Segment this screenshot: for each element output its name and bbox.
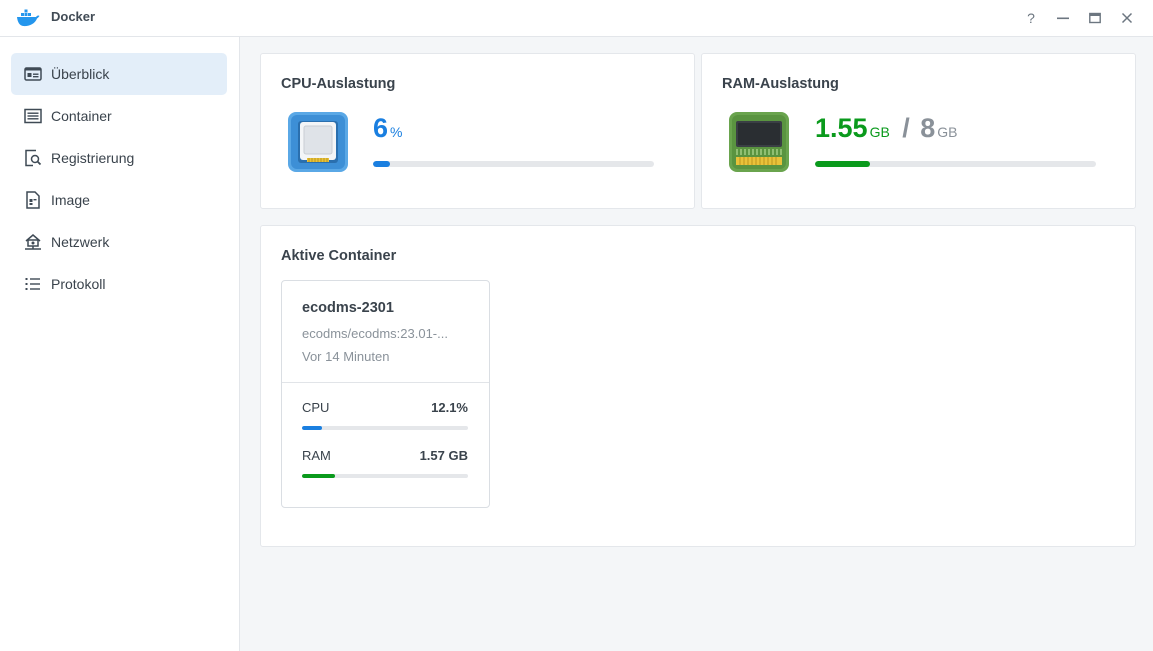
- maximize-icon[interactable]: [1085, 8, 1105, 28]
- container-ram-bar-fill: [302, 474, 335, 478]
- container-list-icon: [24, 107, 42, 125]
- container-ram-value: 1.57 GB: [419, 448, 468, 463]
- ram-module-icon: [728, 111, 790, 173]
- sidebar-item-label: Überblick: [51, 66, 110, 82]
- overview-icon: [24, 65, 42, 83]
- ram-usage-card: RAM-Auslastung 1.55 GB / 8 GB: [701, 53, 1136, 209]
- close-icon[interactable]: [1117, 8, 1137, 28]
- ram-usage-bar-fill: [815, 161, 870, 167]
- container-ram-label: RAM: [302, 448, 331, 463]
- ram-used-unit: GB: [869, 124, 890, 140]
- ram-usage-bar: [815, 161, 1096, 167]
- cpu-usage-card: CPU-Auslastung 6%: [260, 53, 695, 209]
- active-containers-card: Aktive Container ecodms-2301 ecodms/ecod…: [260, 225, 1136, 547]
- container-tile[interactable]: ecodms-2301 ecodms/ecodms:23.01-... Vor …: [281, 280, 490, 508]
- sidebar-item-label: Netzwerk: [51, 234, 110, 250]
- container-ram-bar: [302, 474, 468, 478]
- sidebar-item-container[interactable]: Container: [11, 95, 227, 137]
- active-containers-title: Aktive Container: [281, 248, 397, 264]
- container-cpu-label: CPU: [302, 400, 330, 415]
- network-icon: [24, 233, 42, 251]
- sidebar-item-label: Container: [51, 108, 112, 124]
- ram-separator: /: [902, 113, 910, 143]
- sidebar: Überblick Container Registrierung Image …: [0, 37, 240, 651]
- image-file-icon: [24, 191, 42, 209]
- container-image: ecodms/ecodms:23.01-...: [302, 326, 448, 341]
- registry-search-icon: [24, 149, 42, 167]
- cpu-usage-bar-fill: [373, 161, 390, 167]
- cpu-usage-value: 6: [373, 113, 389, 143]
- title-bar: Docker ?: [0, 0, 1153, 37]
- cpu-usage-unit: %: [390, 124, 403, 140]
- sidebar-item-overview[interactable]: Überblick: [11, 53, 227, 95]
- help-icon[interactable]: ?: [1021, 8, 1041, 28]
- container-cpu-bar: [302, 426, 468, 430]
- sidebar-item-image[interactable]: Image: [11, 179, 227, 221]
- cpu-usage-readout: 6%: [373, 113, 402, 144]
- docker-whale-icon: [16, 8, 40, 28]
- minimize-icon[interactable]: [1053, 8, 1073, 28]
- sidebar-item-log[interactable]: Protokoll: [11, 263, 227, 305]
- window-title: Docker: [51, 9, 96, 24]
- log-list-icon: [24, 275, 42, 293]
- sidebar-item-label: Protokoll: [51, 276, 106, 292]
- sidebar-item-label: Registrierung: [51, 150, 135, 166]
- ram-used-value: 1.55: [815, 113, 868, 143]
- ram-usage-readout: 1.55 GB / 8 GB: [815, 113, 957, 144]
- container-uptime: Vor 14 Minuten: [302, 349, 390, 364]
- ram-total-value: 8: [920, 113, 936, 143]
- cpu-card-title: CPU-Auslastung: [281, 76, 396, 92]
- container-name: ecodms-2301: [302, 300, 394, 316]
- ram-total-unit: GB: [937, 124, 958, 140]
- container-cpu-value: 12.1%: [431, 400, 468, 415]
- sidebar-item-registry[interactable]: Registrierung: [11, 137, 227, 179]
- cpu-chip-icon: [287, 111, 349, 173]
- ram-card-title: RAM-Auslastung: [722, 76, 839, 92]
- divider: [282, 382, 489, 383]
- sidebar-item-network[interactable]: Netzwerk: [11, 221, 227, 263]
- cpu-usage-bar: [373, 161, 654, 167]
- container-cpu-bar-fill: [302, 426, 323, 430]
- sidebar-item-label: Image: [51, 192, 90, 208]
